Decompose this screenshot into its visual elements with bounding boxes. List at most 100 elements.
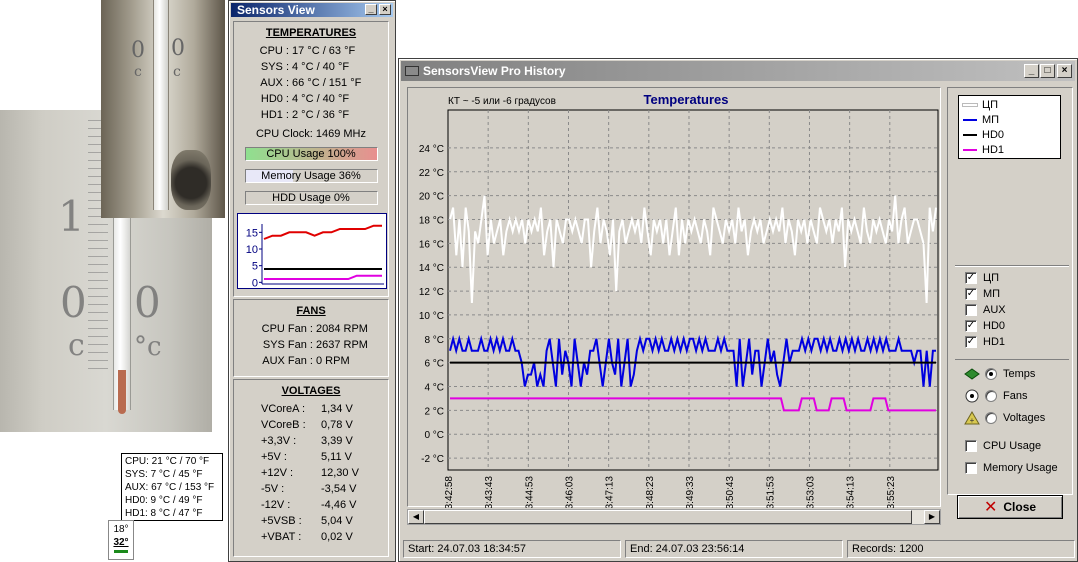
checkbox[interactable] [965,304,977,316]
close-window-button[interactable]: × [1057,64,1072,78]
fan-label: CPU Fan : [261,323,313,335]
scroll-left-icon[interactable]: ◀ [408,510,424,524]
voltage-value: 1,34 V [321,403,353,415]
mini-y-tick-label: 15 [246,227,258,239]
series-checkbox-mb[interactable]: ✓ МП [965,286,1000,302]
temp-value: 66 °C / 151 °F [292,77,362,89]
series-checkbox-aux[interactable]: AUX [965,302,1006,318]
checkbox[interactable]: ✓ [965,272,977,284]
series-checkbox-cpu[interactable]: ✓ ЦП [965,270,999,286]
voltage-row: -5V : -3,54 V [234,481,388,497]
voltage-row: +5VSB : 5,04 V [234,513,388,529]
fan-row: CPU Fan :2084 RPM [234,321,388,337]
close-x-icon: ✕ [983,499,998,516]
radio-button[interactable] [985,390,997,402]
fans-heading: FANS [296,305,326,317]
radio-label: Fans [1003,390,1028,402]
x-tick-label: 23:42:58 [444,476,455,508]
fan-row: SYS Fan :2637 RPM [234,337,388,353]
voltage-label: VCoreB : [261,419,306,431]
voltage-row: +VBAT : 0,02 V [234,529,388,545]
temps-icon [963,365,981,383]
hdd-usage-bar: HDD Usage 0% [244,191,378,205]
checkbox[interactable]: ✓ [965,288,977,300]
checkbox[interactable]: ✓ [965,336,977,348]
tooltip-line-sys: SYS: 7 °C / 45 °F [125,469,203,480]
horizontal-scrollbar[interactable]: ◀ ▶ [407,509,941,525]
close-button[interactable]: × [379,4,391,15]
voltage-value: 3,39 V [321,435,353,447]
cpu-clock: CPU Clock: 1469 MHz [255,128,367,140]
voltage-label: +VBAT : [261,531,302,543]
legend-item: HD1 [963,143,1004,157]
legend-item: ЦП [962,98,998,112]
scroll-right-icon[interactable]: ▶ [924,510,940,524]
svg-text:+: + [970,416,975,425]
y-tick-label: 14 °C [419,263,444,274]
radio-label: Temps [1003,368,1036,380]
minimize-button[interactable]: _ [1024,64,1039,78]
radio-fans[interactable]: Fans [963,386,1027,406]
checkbox-label: ЦП [983,272,1000,284]
photo-digit: c [134,64,142,80]
temp-row: HD1 :2 °C / 36 °F [234,107,388,123]
temp-value: 17 °C / 63 °F [292,45,356,57]
tray-temperature-icon[interactable]: 18° 32° [108,520,134,560]
voltage-label: +3,3V : [261,435,297,447]
legend-swatch [963,119,977,122]
chart-annotation: КТ ~ -5 или -6 градусов [448,96,556,107]
memory-usage-label: Memory Usage 36% [261,170,361,182]
checkbox[interactable] [965,462,977,474]
voltages-group: VOLTAGES VCoreA : 1,34 V VCoreB : 0,78 V +… [233,379,389,557]
radio-temps[interactable]: Temps [963,364,1035,384]
x-tick-label: 23:49:33 [685,476,696,508]
maximize-button[interactable]: □ [1040,64,1055,78]
y-tick-label: 22 °C [419,168,444,179]
voltage-row: VCoreB : 0,78 V [234,417,388,433]
cpu-usage-bar: CPU Usage 100% [244,147,378,161]
sensors-view-titlebar[interactable]: Sensors View _ × [231,3,393,17]
voltage-row: +12V : 12,30 V [234,465,388,481]
window-title: Sensors View [237,3,315,17]
cpu-usage-label: CPU Usage 100% [266,148,356,160]
legend-item: HD0 [963,128,1004,142]
checkbox-label: МП [983,288,1001,300]
x-tick-label: 23:43:43 [484,476,495,508]
mini-temperature-chart: 15 10 5 0 [237,213,387,289]
tooltip-line-hd1: HD1: 8 °C / 47 °F [125,508,203,519]
checkbox[interactable] [965,440,977,452]
checkbox-label: HD0 [983,320,1006,332]
fan-value: 2637 RPM [316,339,368,351]
checkbox-cpu-usage[interactable]: CPU Usage [965,438,1041,454]
y-tick-label: 12 °C [419,287,444,298]
fan-value: 2084 RPM [316,323,368,335]
x-tick-label: 23:54:13 [846,476,857,508]
temp-label: HD0 : [260,93,289,105]
x-tick-label: 23:51:53 [765,476,776,508]
radio-button[interactable] [985,368,997,380]
minimize-button[interactable]: _ [365,4,377,15]
scroll-thumb[interactable] [424,510,912,524]
close-button[interactable]: ✕ Close [957,495,1063,519]
mini-series-line-cpu [263,224,382,240]
temp-value: 4 °C / 40 °F [292,93,350,105]
radio-button[interactable] [985,412,997,424]
voltage-label: +5V : [261,451,287,463]
series-checkbox-hd1[interactable]: ✓ HD1 [965,334,1005,350]
plot-area [447,109,939,471]
series-checkbox-hd0[interactable]: ✓ HD0 [965,318,1005,334]
checkbox[interactable]: ✓ [965,320,977,332]
voltage-row: +5V : 5,11 V [234,449,388,465]
history-titlebar[interactable]: SensorsView Pro History _ □ × [401,61,1075,81]
temp-label: SYS : [260,61,289,73]
checkbox-memory-usage[interactable]: Memory Usage [965,460,1058,476]
voltage-row: VCoreA : 1,34 V [234,401,388,417]
temp-label: HD1 : [260,109,289,121]
y-tick-label: 10 °C [419,311,444,322]
checkbox-label: AUX [983,304,1006,316]
photo-digit: 1 [58,192,85,241]
voltage-label: +12V : [261,467,294,479]
radio-voltages[interactable]: + Voltages [963,408,1045,428]
voltage-label: -12V : [261,499,291,511]
voltage-icon: + [963,409,981,427]
